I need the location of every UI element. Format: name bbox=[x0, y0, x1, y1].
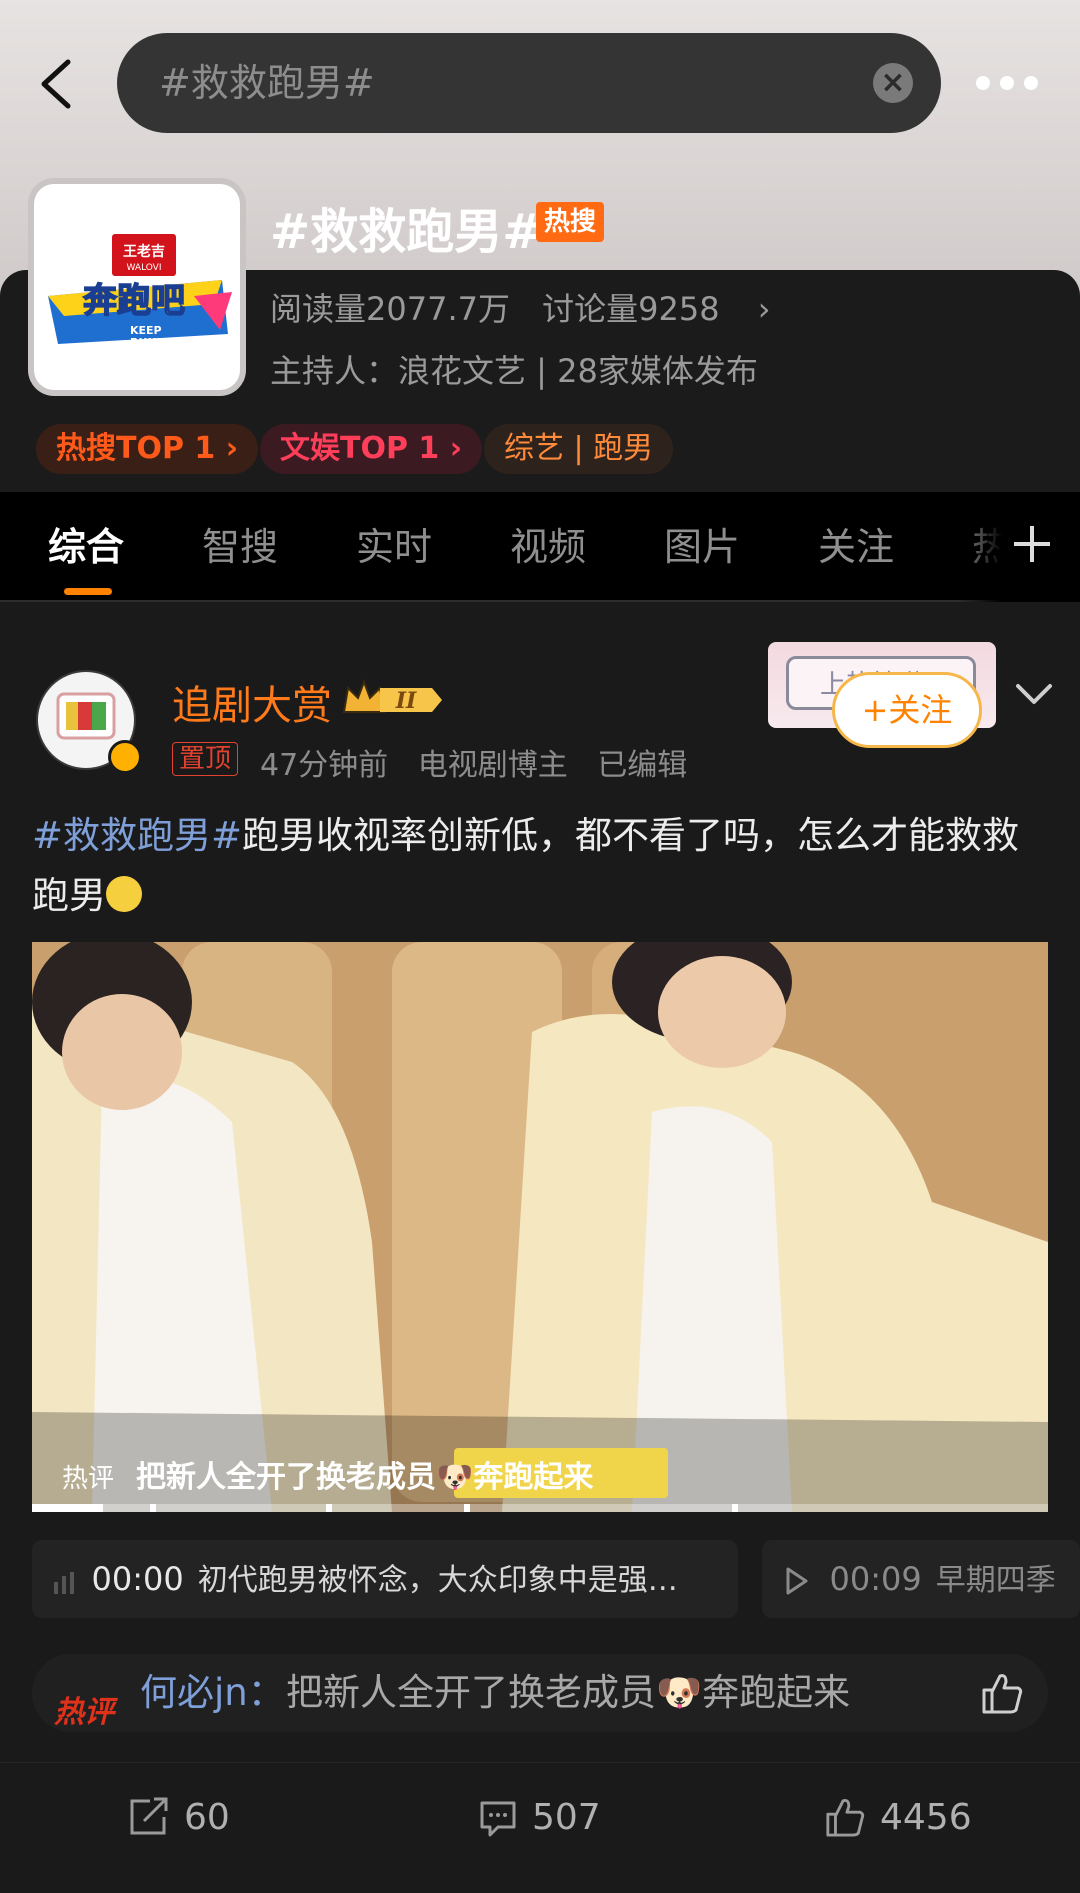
more-options-button[interactable] bbox=[976, 68, 1038, 100]
post-meta: 47分钟前 电视剧博主 已编辑 bbox=[260, 740, 687, 784]
topic-stats[interactable]: 阅读量2077.7万 讨论量9258 › bbox=[270, 284, 771, 330]
video-progress-fill bbox=[32, 1504, 104, 1512]
chapter-text: 早期四季 bbox=[935, 1563, 1056, 1598]
comment-icon bbox=[480, 1801, 516, 1837]
video-frame bbox=[32, 942, 1048, 1512]
video-chapter-1[interactable]: 00:00 初代跑男被怀念，大众印象中是强… bbox=[32, 1540, 738, 1618]
add-tab-icon[interactable] bbox=[1010, 522, 1054, 566]
tab-realtime[interactable]: 实时 bbox=[356, 492, 432, 602]
search-input[interactable]: #救救跑男# bbox=[159, 33, 375, 133]
audio-bars-icon bbox=[54, 1572, 74, 1594]
author-role: 电视剧博主 bbox=[417, 748, 568, 783]
post-body: #救救跑男#跑男收视率创新低，都不看了吗，怎么才能救救跑男 bbox=[32, 806, 1052, 926]
svg-text:RUNNING: RUNNING bbox=[130, 336, 188, 349]
repost-button[interactable]: 60 bbox=[128, 1763, 230, 1873]
running-man-logo-icon: 王老吉 WALOVI 奔跑吧 KEEP RUNNING bbox=[48, 234, 232, 349]
thumbs-up-icon[interactable] bbox=[980, 1672, 1024, 1714]
repost-count: 60 bbox=[184, 1797, 230, 1838]
video-progress-bar[interactable] bbox=[32, 1504, 1048, 1512]
comment-button[interactable]: 507 bbox=[478, 1763, 601, 1873]
topic-logo[interactable]: 王老吉 WALOVI 奔跑吧 KEEP RUNNING bbox=[28, 178, 246, 396]
chip-entertainment[interactable]: 文娱TOP 1 › bbox=[260, 424, 483, 474]
follow-button[interactable]: +关注 bbox=[832, 672, 982, 748]
like-button[interactable]: 4456 bbox=[824, 1763, 972, 1873]
search-bar[interactable]: #救救跑男# × bbox=[117, 33, 941, 133]
hot-comment-user[interactable]: 何必jn： bbox=[140, 1654, 285, 1732]
verified-badge-icon bbox=[108, 740, 142, 774]
tab-smart-search[interactable]: 智搜 bbox=[202, 492, 278, 602]
video-hot-comment: 热评 把新人全开了换老成员🐶奔跑起来 bbox=[62, 1452, 593, 1496]
topic-host: 主持人：浪花文艺 | 28家媒体发布 bbox=[270, 352, 758, 390]
edited-label: 已编辑 bbox=[597, 748, 688, 783]
chip-category[interactable]: 综艺 | 跑男 bbox=[484, 424, 674, 474]
back-arrow-icon bbox=[41, 59, 71, 109]
hot-search-badge: 热搜 bbox=[536, 202, 605, 242]
pleading-face-emoji-icon bbox=[106, 876, 142, 912]
play-icon bbox=[786, 1567, 808, 1595]
like-icon bbox=[826, 1799, 865, 1837]
hot-comment-tag: 热评 bbox=[54, 1695, 114, 1730]
chapter-text: 初代跑男被怀念，大众印象中是强… bbox=[197, 1563, 678, 1598]
post-time: 47分钟前 bbox=[260, 748, 389, 783]
comment-count: 507 bbox=[532, 1797, 601, 1838]
video-hot-label: 热评 bbox=[62, 1464, 115, 1494]
pinned-badge: 置顶 bbox=[172, 742, 239, 776]
post-action-bar: 60 507 4456 bbox=[0, 1762, 1080, 1872]
clear-search-icon[interactable]: × bbox=[873, 63, 913, 103]
svg-text:王老吉: 王老吉 bbox=[123, 243, 165, 260]
video-player[interactable]: 热评 把新人全开了换老成员🐶奔跑起来 bbox=[32, 942, 1048, 1512]
svg-text:II: II bbox=[395, 688, 417, 714]
read-count: 阅读量2077.7万 bbox=[270, 290, 510, 328]
like-count: 4456 bbox=[880, 1797, 972, 1838]
chapter-time: 00:09 bbox=[829, 1560, 922, 1598]
tab-following[interactable]: 关注 bbox=[818, 492, 894, 602]
active-tab-indicator bbox=[64, 588, 112, 595]
hot-comment[interactable]: 热评 何必jn： 把新人全开了换老成员🐶奔跑起来 bbox=[32, 1654, 1048, 1732]
chevron-down-icon[interactable] bbox=[1014, 680, 1054, 708]
author-name[interactable]: 追剧大赏 bbox=[172, 673, 332, 731]
vip-crown-icon[interactable]: II bbox=[340, 676, 444, 720]
hot-comment-text: 把新人全开了换老成员🐶奔跑起来 bbox=[286, 1671, 851, 1714]
tab-bar: 综合 智搜 实时 视频 图片 关注 热 bbox=[0, 492, 1080, 602]
repost-icon bbox=[130, 1797, 168, 1835]
tab-general[interactable]: 综合 bbox=[48, 492, 124, 602]
video-hot-text: 把新人全开了换老成员🐶奔跑起来 bbox=[136, 1460, 594, 1495]
svg-text:WALOVI: WALOVI bbox=[127, 263, 162, 273]
topic-title: #救救跑男# bbox=[270, 204, 543, 260]
chevron-right-icon: › bbox=[757, 290, 771, 328]
chapter-time: 00:00 bbox=[91, 1560, 184, 1598]
tab-video[interactable]: 视频 bbox=[510, 492, 586, 602]
video-chapter-2[interactable]: 00:09 早期四季 bbox=[762, 1540, 1080, 1618]
svg-text:奔跑吧: 奔跑吧 bbox=[83, 281, 185, 321]
post-hashtag[interactable]: #救救跑男# bbox=[32, 814, 242, 857]
chip-hot-search[interactable]: 热搜TOP 1 › bbox=[36, 424, 259, 474]
tab-images[interactable]: 图片 bbox=[664, 492, 740, 602]
back-button[interactable] bbox=[34, 52, 86, 116]
discussion-count: 讨论量9258 bbox=[542, 290, 720, 328]
